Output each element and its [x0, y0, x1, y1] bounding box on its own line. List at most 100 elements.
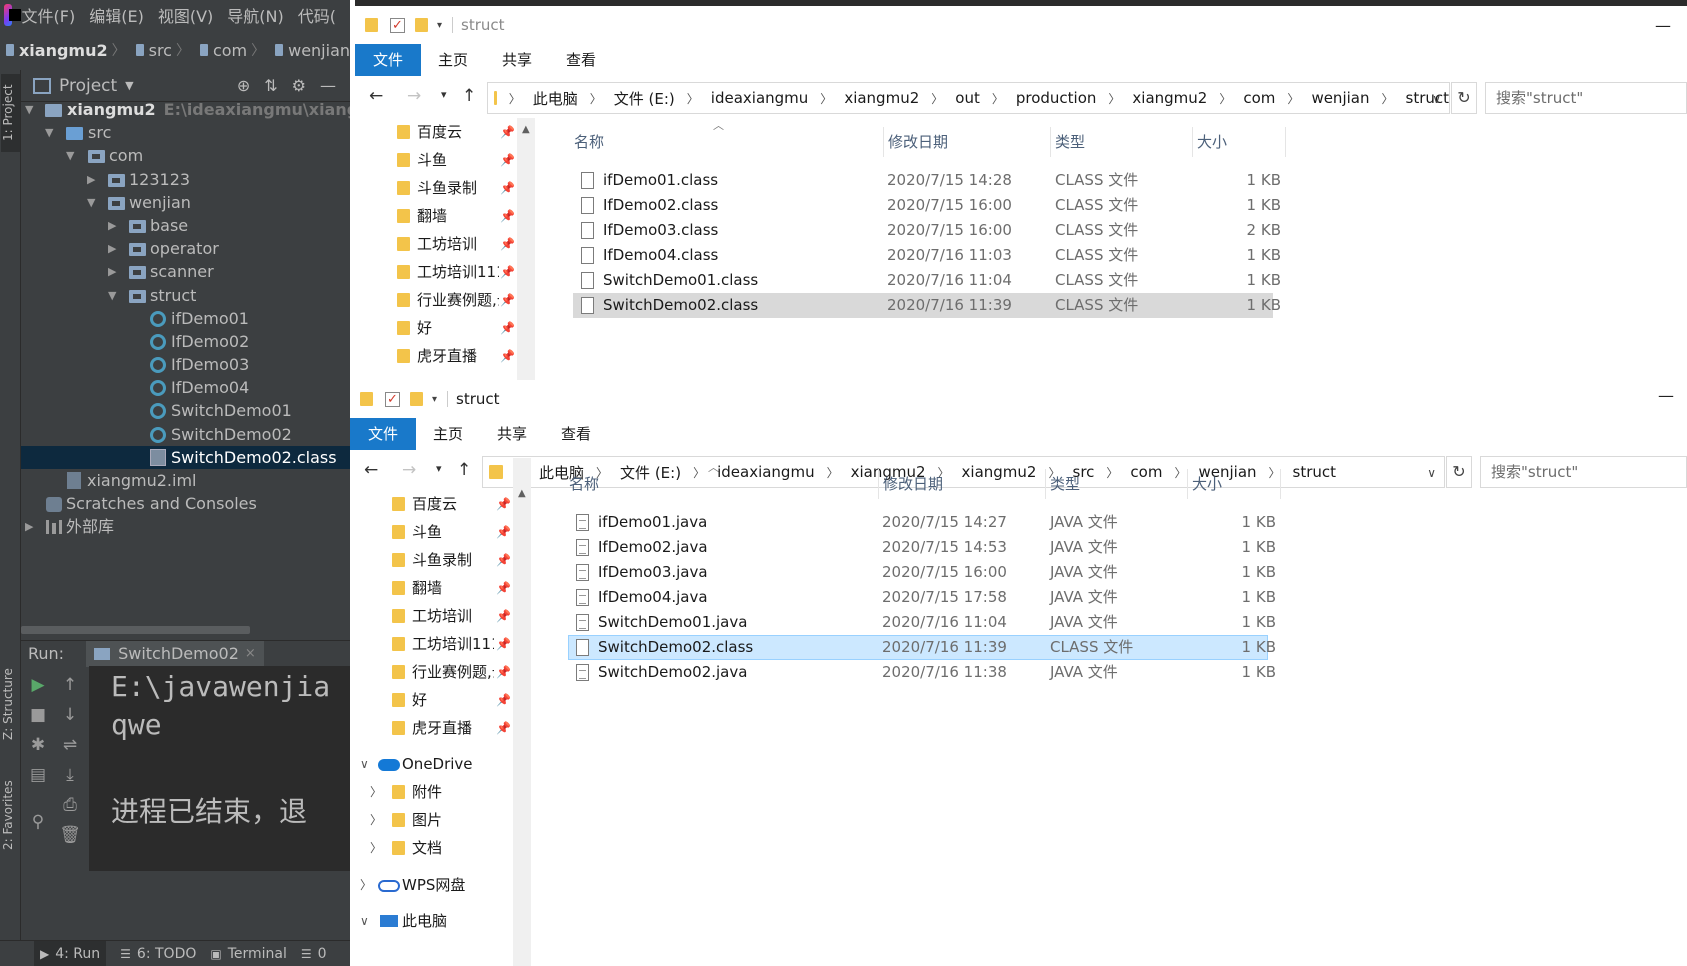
scroll-up-icon[interactable]: ▲: [518, 488, 526, 499]
nav-item[interactable]: 工坊培训 📌: [350, 602, 522, 630]
nav-item[interactable]: 好 📌: [355, 314, 515, 342]
chevron-down-icon[interactable]: ▾: [437, 20, 442, 31]
menu-edit[interactable]: 编辑(E): [89, 3, 144, 27]
pin-icon[interactable]: 📌: [496, 490, 511, 518]
tree-row-class-file[interactable]: SwitchDemo02.class: [21, 445, 350, 469]
project-horizontal-scrollbar[interactable]: [21, 626, 250, 634]
address-segment[interactable]: wenjian: [1311, 89, 1369, 107]
nav-item[interactable]: 工坊培训111 📌: [350, 630, 522, 658]
address-segment[interactable]: production: [1016, 89, 1097, 107]
gear-icon[interactable]: ⚙: [292, 76, 306, 95]
collapsed-arrow-icon[interactable]: ▶: [108, 214, 122, 237]
address-segment[interactable]: struct: [1406, 89, 1450, 107]
tree-row-external-libs[interactable]: ▶ 外部库: [21, 515, 350, 538]
file-row[interactable]: IfDemo02.java 2020/7/15 14:53 JAVA 文件 1 …: [568, 535, 1276, 560]
expand-arrow-icon[interactable]: ▼: [66, 144, 80, 167]
scroll-down-icon[interactable]: ↓: [59, 704, 81, 726]
column-header-name[interactable]: 名称: [565, 469, 879, 499]
pin-icon[interactable]: 📌: [500, 146, 515, 174]
side-tab-favorites[interactable]: 2: Favorites: [1, 770, 20, 860]
tool-tab-run[interactable]: ▶ 4: Run: [34, 940, 107, 966]
column-header-name[interactable]: 名称: [570, 127, 884, 157]
nav-pane-scrollbar[interactable]: ▲: [517, 118, 535, 380]
properties-icon[interactable]: ✓: [385, 392, 400, 407]
address-segment[interactable]: 此电脑: [533, 88, 578, 109]
column-header-type[interactable]: 类型: [1051, 127, 1193, 157]
minimize-icon[interactable]: —: [320, 76, 336, 95]
tree-row-class[interactable]: SwitchDemo01: [21, 399, 350, 422]
run-tab[interactable]: SwitchDemo02 ×: [86, 640, 264, 667]
nav-item-thispc[interactable]: ∨ 此电脑: [350, 907, 522, 935]
collapsed-arrow-icon[interactable]: ▶: [108, 237, 122, 260]
new-folder-icon[interactable]: [410, 392, 423, 406]
breadcrumb-project[interactable]: xiangmu2: [19, 41, 108, 60]
pin-icon[interactable]: 📌: [500, 118, 515, 146]
nav-item[interactable]: 斗鱼 📌: [350, 518, 522, 546]
nav-item[interactable]: 斗鱼录制 📌: [355, 174, 515, 202]
recent-locations-icon[interactable]: ▾: [441, 88, 447, 101]
breadcrumb-wenjian[interactable]: wenjian: [288, 41, 350, 60]
run-console[interactable]: E:\javawenjia qwe 进程已结束，退: [89, 666, 350, 871]
nav-item[interactable]: 翻墙 📌: [350, 574, 522, 602]
file-row[interactable]: IfDemo02.class 2020/7/15 16:00 CLASS 文件 …: [573, 193, 1281, 218]
tree-row-base[interactable]: ▶ base: [21, 214, 350, 237]
nav-item-onedrive[interactable]: ∨ OneDrive: [350, 750, 522, 778]
recent-locations-icon[interactable]: ▾: [436, 462, 442, 475]
column-header-size[interactable]: 大小: [1188, 469, 1281, 499]
print-icon[interactable]: ⎙: [59, 794, 81, 816]
column-header-type[interactable]: 类型: [1046, 469, 1188, 499]
menu-view[interactable]: 视图(V): [158, 3, 213, 27]
tool-tab-terminal[interactable]: ▣ Terminal: [210, 946, 287, 962]
scroll-up-icon[interactable]: ↑: [59, 674, 81, 696]
ribbon-tab-home[interactable]: 主页: [416, 418, 480, 450]
file-row[interactable]: IfDemo03.java 2020/7/15 16:00 JAVA 文件 1 …: [568, 560, 1276, 585]
trash-icon[interactable]: 🗑: [59, 824, 81, 846]
menu-navigate[interactable]: 导航(N): [227, 3, 283, 27]
address-segment[interactable]: xiangmu2: [844, 89, 919, 107]
tree-row-struct[interactable]: ▼ struct: [21, 284, 350, 307]
file-row[interactable]: IfDemo04.java 2020/7/15 17:58 JAVA 文件 1 …: [568, 585, 1276, 610]
nav-item[interactable]: 〉 附件: [350, 778, 522, 806]
tree-row-scratches[interactable]: Scratches and Consoles: [21, 492, 350, 515]
back-arrow-icon[interactable]: ←: [364, 460, 378, 480]
pin-icon[interactable]: 📌: [496, 630, 511, 658]
chevron-right-icon[interactable]: 〉: [370, 834, 382, 862]
nav-item[interactable]: 行业赛例题,云📌: [350, 658, 522, 686]
ribbon-tab-share[interactable]: 共享: [485, 44, 549, 76]
address-segment[interactable]: out: [955, 89, 980, 107]
file-row-selected[interactable]: SwitchDemo02.class 2020/7/16 11:39 CLASS…: [573, 293, 1281, 318]
address-segment[interactable]: ideaxiangmu: [711, 89, 809, 107]
tree-row-class[interactable]: ifDemo01: [21, 307, 350, 330]
stop-icon[interactable]: ■: [27, 704, 49, 726]
nav-item[interactable]: 好 📌: [350, 686, 522, 714]
collapsed-arrow-icon[interactable]: ▶: [108, 260, 122, 283]
column-header-size[interactable]: 大小: [1193, 127, 1286, 157]
chevron-right-icon[interactable]: 〉: [370, 778, 382, 806]
breadcrumb-src[interactable]: src: [149, 41, 172, 60]
file-row[interactable]: IfDemo03.class 2020/7/15 16:00 CLASS 文件 …: [573, 218, 1281, 243]
up-arrow-icon[interactable]: ↑: [462, 86, 476, 106]
pin-icon[interactable]: 📌: [496, 574, 511, 602]
pin-icon[interactable]: 📌: [500, 174, 515, 202]
layout-icon[interactable]: ▤: [27, 764, 49, 786]
ribbon-tab-view[interactable]: 查看: [549, 44, 613, 76]
nav-item[interactable]: 工坊培训111 📌: [355, 258, 515, 286]
nav-item[interactable]: 翻墙 📌: [355, 202, 515, 230]
expand-arrow-icon[interactable]: ▼: [87, 191, 101, 214]
tree-row-root[interactable]: ▼ xiangmu2 E:\ideaxiangmu\xiangmu: [21, 98, 350, 121]
chevron-down-icon[interactable]: ▼: [125, 79, 133, 92]
tool-tab-todo[interactable]: ☰ 6: TODO: [120, 946, 196, 962]
pin-icon[interactable]: 📌: [496, 714, 511, 742]
debug-icon[interactable]: ✱: [27, 734, 49, 756]
expand-arrow-icon[interactable]: ▼: [45, 121, 59, 144]
menu-code[interactable]: 代码(: [298, 3, 336, 27]
chevron-down-icon[interactable]: ∨: [360, 907, 369, 935]
file-row[interactable]: SwitchDemo01.java 2020/7/16 11:04 JAVA 文…: [568, 610, 1276, 635]
menu-file[interactable]: 文件(F): [22, 3, 76, 27]
tree-row-iml[interactable]: xiangmu2.iml: [21, 469, 350, 492]
properties-icon[interactable]: ✓: [390, 18, 405, 33]
file-row-selected[interactable]: SwitchDemo02.class 2020/7/16 11:39 CLASS…: [568, 635, 1276, 660]
nav-item[interactable]: 行业赛例题,云📌: [355, 286, 515, 314]
nav-item[interactable]: 〉 文档: [350, 834, 522, 862]
tree-row-class[interactable]: IfDemo03: [21, 353, 350, 376]
